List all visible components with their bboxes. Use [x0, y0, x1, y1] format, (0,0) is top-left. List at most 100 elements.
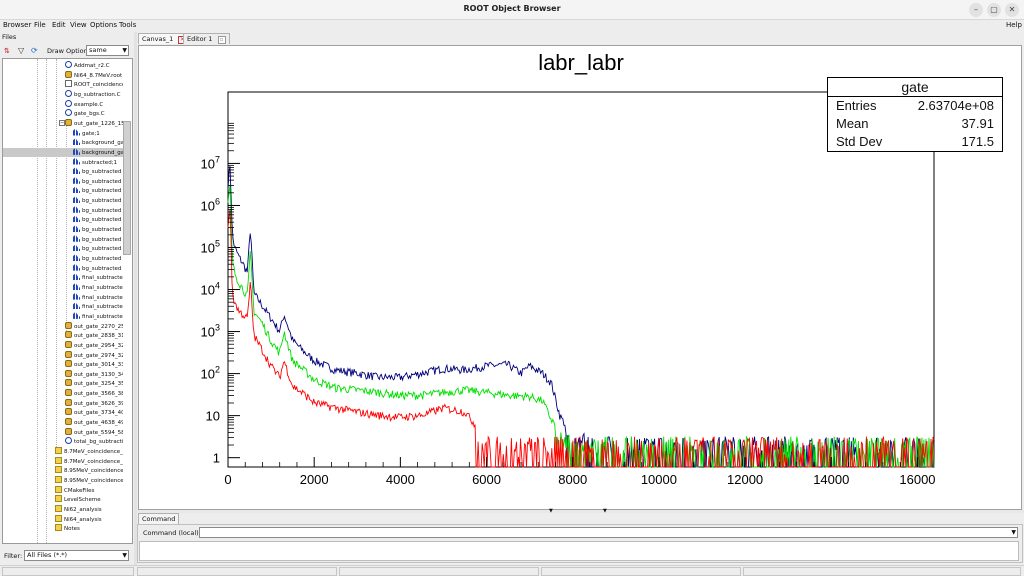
tree-item[interactable]: bg_subtracted — [73, 196, 123, 206]
tree-item[interactable]: bg_subtracted — [73, 205, 123, 216]
tab-command[interactable]: Command — [138, 513, 180, 524]
tree-item[interactable]: bg_subtracted — [73, 263, 123, 274]
tree-item[interactable]: 8.7MeV_coincidence_a — [55, 456, 123, 467]
tree-item[interactable]: out_gate_3130_34 — [65, 369, 123, 380]
collapse-toggle-icon[interactable]: − — [59, 120, 65, 127]
tree-guide-line — [46, 59, 47, 543]
tree-item[interactable]: out_gate_5594_58 — [65, 427, 123, 438]
close-button[interactable]: ✕ — [1005, 3, 1019, 17]
file-tree[interactable]: Addmat_r2.C Ni64_8.7MeV.root ROOT_coincide… — [2, 58, 133, 544]
histogram-icon — [73, 205, 80, 213]
tree-scrollbar-thumb[interactable] — [123, 121, 131, 255]
tree-item[interactable]: Ni64_8.7MeV.root — [65, 70, 123, 81]
y-tick-label: 10 — [206, 409, 220, 424]
tree-item[interactable]: Ni62_analysis — [55, 504, 123, 515]
tree-item[interactable]: total_bg_subtractio — [65, 437, 123, 447]
filter-icon[interactable]: ▽ — [18, 46, 24, 55]
tree-item[interactable]: Notes — [55, 524, 123, 534]
filter-select[interactable]: All Files (*.*) ▼ — [24, 550, 129, 561]
tree-item[interactable]: bg_subtracted — [73, 254, 123, 264]
tree-item[interactable]: ROOT_coincidence — [65, 80, 123, 90]
tree-item[interactable]: out_gate_1226_15 — [65, 118, 123, 129]
tree-item-label: Addmat_r2.C — [74, 63, 110, 69]
folder-icon — [55, 514, 62, 522]
tree-item[interactable]: bg_subtracted — [73, 167, 123, 177]
stats-label: Entries — [836, 98, 877, 113]
tree-item[interactable]: out_gate_2838_31 — [65, 331, 123, 341]
chevron-down-icon: ▼ — [122, 552, 127, 559]
refresh-icon[interactable]: ⟳ — [31, 46, 38, 55]
tree-item[interactable]: CMakeFiles — [55, 485, 123, 496]
menu-tools[interactable]: Tools — [119, 21, 136, 29]
tree-item[interactable]: subtracted;1 — [73, 157, 123, 168]
tree-item[interactable]: bg_subtracted — [73, 176, 123, 187]
tab-files[interactable]: Files — [2, 33, 24, 43]
tree-item[interactable]: bg_subtracted — [73, 186, 123, 196]
tree-item[interactable]: out_gate_2270_25 — [65, 321, 123, 332]
tree-item-label: gate_bgs.C — [74, 111, 105, 118]
tree-item[interactable]: out_gate_3566_38 — [65, 389, 123, 399]
tree-item[interactable]: out_gate_3734_40 — [65, 408, 123, 418]
tree-guide-line — [56, 59, 57, 449]
menu-browser[interactable]: Browser — [3, 21, 31, 29]
tree-item[interactable]: final_subtracted — [73, 273, 123, 283]
tree-item[interactable]: bg_subtracted — [73, 215, 123, 225]
tree-item[interactable]: final_subtracted — [73, 311, 123, 322]
root-file-icon — [65, 389, 72, 397]
tree-item-label: Ni62_analysis — [64, 506, 102, 513]
x-tick-label: 0 — [224, 472, 231, 487]
tree-item-label: bg_subtraction.C — [74, 91, 121, 98]
close-tab-icon[interactable]: ▫ — [217, 36, 226, 44]
tree-guide-line — [37, 59, 38, 543]
status-segment — [2, 567, 134, 576]
vertical-splitter[interactable] — [134, 32, 137, 565]
tree-item-label: final_subtracted — [82, 284, 123, 291]
tree-item[interactable]: bg_subtraction.C — [65, 89, 123, 100]
root-file-icon — [65, 321, 72, 329]
tree-item[interactable]: LevelScheme — [55, 495, 123, 505]
tree-item[interactable]: 8.95MeV_coincidence_ — [55, 466, 123, 476]
tree-item[interactable]: final_subtracted — [73, 292, 123, 303]
tree-item[interactable]: out_gate_2974_32 — [65, 350, 123, 361]
menu-edit[interactable]: Edit — [52, 21, 66, 29]
draw-option-select[interactable]: same ▼ — [86, 45, 129, 56]
menu-help[interactable]: Help — [1006, 21, 1022, 29]
sort-icon[interactable]: ⇅ — [4, 47, 10, 55]
tab-editor-1[interactable]: Editor 1 ▫ — [183, 33, 230, 44]
maximize-button[interactable]: ▢ — [987, 3, 1001, 17]
tree-item[interactable]: Addmat_r2.C — [65, 61, 123, 71]
command-output[interactable] — [139, 541, 1019, 561]
tree-item[interactable]: final_subtracted — [73, 282, 123, 293]
tree-item[interactable]: gate_bgs.C — [65, 109, 123, 119]
tree-item[interactable]: background_ga — [73, 138, 123, 148]
menu-file[interactable]: File — [34, 21, 46, 29]
minimize-button[interactable]: – — [969, 3, 983, 17]
tree-item[interactable]: background_ga — [3, 147, 123, 158]
tree-item[interactable]: bg_subtracted — [73, 244, 123, 254]
tree-item[interactable]: Ni64_analysis — [55, 514, 123, 525]
tree-item[interactable]: out_gate_3254_35 — [65, 379, 123, 389]
tree-item[interactable]: out_gate_3014_33 — [65, 360, 123, 370]
menu-view[interactable]: View — [70, 21, 87, 29]
tree-item[interactable]: example.C — [65, 99, 123, 110]
tree-item[interactable]: 8.95MeV_coincidence_ — [55, 475, 123, 486]
root-canvas[interactable]: labr_labr 0 2000 4000 6000 8000 10000 12000 1400… — [138, 45, 1022, 510]
y-tick-label: 1 — [213, 451, 220, 466]
filter-label: Filter: — [4, 552, 23, 560]
root-file-icon — [65, 331, 72, 339]
tree-item[interactable]: final_subtracted — [73, 302, 123, 312]
tree-item[interactable]: 8.7MeV_coincidence_a — [55, 447, 123, 457]
tree-item[interactable]: out_gate_4638_49 — [65, 418, 123, 428]
tree-item[interactable]: gate;1 — [73, 128, 123, 139]
tree-item-label: bg_subtracted — [82, 169, 122, 176]
tree-item-label: bg_subtracted — [82, 188, 122, 195]
tree-item[interactable]: out_gate_2954_32 — [65, 340, 123, 351]
menu-options[interactable]: Options — [90, 21, 117, 29]
tree-item[interactable]: bg_subtracted — [73, 234, 123, 245]
command-input[interactable]: ▼ — [199, 527, 1018, 538]
folder-icon — [55, 495, 62, 503]
tree-item[interactable]: bg_subtracted — [73, 225, 123, 235]
chevron-down-icon[interactable]: ▼ — [1011, 529, 1016, 536]
root-file-icon — [65, 427, 72, 435]
tree-item[interactable]: out_gate_3626_39 — [65, 398, 123, 409]
